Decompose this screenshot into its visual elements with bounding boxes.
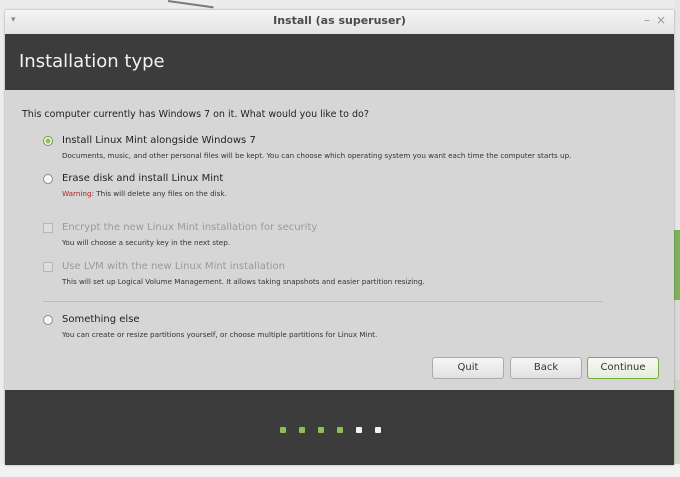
installer-window: ▾ Install (as superuser) – × Installatio… <box>5 10 674 465</box>
option-alongside-label[interactable]: Install Linux Mint alongside Windows 7 <box>62 135 256 146</box>
progress-footer <box>5 390 674 465</box>
option-encrypt-description: You will choose a security key in the ne… <box>62 238 231 247</box>
desktop-edge <box>674 0 680 477</box>
window-title: Install (as superuser) <box>273 14 406 27</box>
quit-button[interactable]: Quit <box>432 357 504 379</box>
option-lvm-label: Use LVM with the new Linux Mint installa… <box>62 261 285 272</box>
back-button[interactable]: Back <box>510 357 582 379</box>
checkbox-encrypt <box>43 223 53 233</box>
title-bar[interactable]: ▾ Install (as superuser) – × <box>5 10 674 35</box>
option-encrypt-label: Encrypt the new Linux Mint installation … <box>62 222 318 233</box>
warning-text: : This will delete any files on the disk… <box>91 189 227 198</box>
checkbox-lvm <box>43 262 53 272</box>
option-something-else-description: You can create or resize partitions your… <box>62 330 378 339</box>
install-question: This computer currently has Windows 7 on… <box>22 109 369 120</box>
desktop-background <box>0 0 680 6</box>
main-content: This computer currently has Windows 7 on… <box>5 90 674 390</box>
desktop-bottom <box>0 464 680 477</box>
progress-step-5 <box>356 427 362 433</box>
progress-step-6 <box>375 427 381 433</box>
progress-step-4 <box>337 427 343 433</box>
option-erase-disk-description: Warning: This will delete any files on t… <box>62 189 227 198</box>
continue-button[interactable]: Continue <box>587 357 659 379</box>
progress-step-3 <box>318 427 324 433</box>
radio-erase-disk[interactable] <box>43 174 53 184</box>
page-title: Installation type <box>19 51 165 72</box>
option-lvm-description: This will set up Logical Volume Manageme… <box>62 277 425 286</box>
minimize-icon[interactable]: – <box>644 13 650 27</box>
option-erase-disk-label[interactable]: Erase disk and install Linux Mint <box>62 173 223 184</box>
progress-step-2 <box>299 427 305 433</box>
option-something-else-label[interactable]: Something else <box>62 314 140 325</box>
radio-alongside[interactable] <box>43 136 53 146</box>
close-icon[interactable]: × <box>656 13 666 27</box>
progress-step-1 <box>280 427 286 433</box>
warning-label: Warning <box>62 189 92 198</box>
separator <box>43 301 603 302</box>
radio-something-else[interactable] <box>43 315 53 325</box>
page-header: Installation type <box>5 34 674 90</box>
option-alongside-description: Documents, music, and other personal fil… <box>62 151 572 160</box>
